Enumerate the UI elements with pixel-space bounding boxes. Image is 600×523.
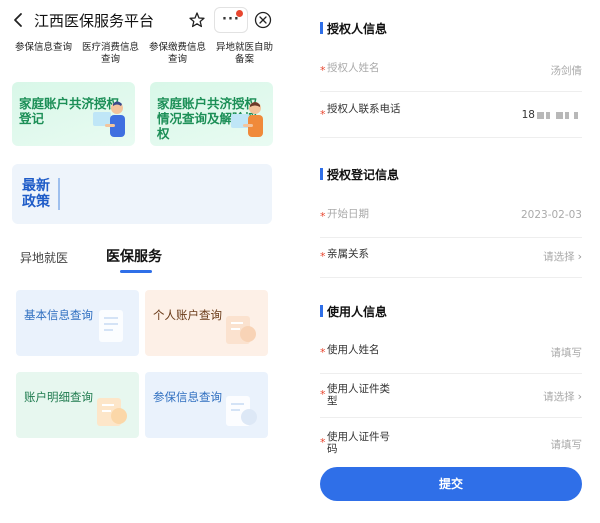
service-home-panel: 江西医保服务平台 ··· 参保信息查询 医疗消费信息 查询 参保缴费信息 查询 … [0, 0, 290, 523]
user-name-label: 使用人姓名 [327, 344, 380, 356]
tile-label: 基本信息查询 [24, 308, 93, 322]
quick-link-payment-query[interactable]: 参保缴费信息 查询 [144, 42, 211, 72]
ledger-watermark-icon [97, 398, 127, 426]
relation-label: 亲属关系 [327, 248, 369, 260]
family-account-auth-card[interactable]: 家庭账户共济授权登记 [12, 82, 135, 146]
tile-label: 账户明细查询 [24, 390, 93, 404]
relation-select[interactable]: 请选择 › [543, 249, 582, 264]
authorizer-name-label: 授权人姓名 [327, 62, 380, 74]
required-mark: * [320, 388, 326, 401]
mask-block [556, 111, 563, 119]
clipboard-watermark-icon [226, 396, 257, 426]
authorizer-name-row: * 授权人姓名 汤剑倩 [320, 50, 582, 92]
user-idno-label: 使用人证件号码 [327, 431, 390, 455]
mask-block [546, 111, 550, 119]
user-name-input[interactable]: 请填写 [551, 345, 583, 360]
close-icon[interactable] [254, 11, 272, 29]
section-title-user: 使用人信息 [320, 303, 387, 320]
mask-block [565, 111, 569, 119]
user-idtype-select[interactable]: 请选择 › [543, 389, 582, 404]
user-name-row[interactable]: * 使用人姓名 请填写 [320, 332, 582, 374]
tile-label: 个人账户查询 [153, 308, 222, 322]
section-title-registration: 授权登记信息 [320, 166, 399, 183]
quick-link-medical-consumption[interactable]: 医疗消费信息 查询 [77, 42, 144, 72]
user-idno-row[interactable]: * 使用人证件号码 请填写 [320, 424, 582, 466]
star-favorite-icon[interactable] [188, 11, 206, 29]
start-date-row: * 开始日期 2023-02-03 [320, 196, 582, 238]
document-watermark-icon [99, 310, 123, 342]
user-idtype-label: 使用人证件类型 [327, 383, 390, 407]
insurance-info-query-tile[interactable]: 参保信息查询 [145, 372, 268, 438]
service-tabs: 异地就医 医保服务 [20, 246, 220, 274]
chevron-right-icon: › [577, 250, 582, 263]
latest-policy-banner[interactable]: 最新政策 [12, 164, 272, 224]
tab-medical-service[interactable]: 医保服务 [106, 246, 162, 266]
notification-dot [236, 10, 243, 17]
authorization-form-panel: 授权人信息 * 授权人姓名 汤剑倩 * 授权人联系电话 18 授权登记信息 * … [300, 0, 600, 523]
start-date-label: 开始日期 [327, 208, 369, 220]
person-illustration-icon [93, 101, 125, 137]
tab-remote-medical[interactable]: 异地就医 [20, 249, 68, 266]
required-mark: * [320, 210, 326, 223]
authorizer-phone-label: 授权人联系电话 [327, 103, 401, 115]
quick-link-insurance-query[interactable]: 参保信息查询 [10, 42, 77, 72]
account-detail-query-tile[interactable]: 账户明细查询 [16, 372, 139, 438]
tile-label: 参保信息查询 [153, 390, 222, 404]
quick-link-remote-filing[interactable]: 异地就医自助 备案 [211, 42, 278, 72]
authorizer-phone-field[interactable]: 18 [522, 109, 578, 121]
more-menu-button[interactable]: ··· [214, 7, 248, 33]
person-illustration-icon [231, 102, 263, 137]
page-title: 江西医保服务平台 [34, 12, 155, 30]
quick-links: 参保信息查询 医疗消费信息 查询 参保缴费信息 查询 异地就医自助 备案 [10, 42, 280, 72]
family-account-query-revoke-card[interactable]: 家庭账户共济授权情况查询及解除授权 [150, 82, 273, 146]
required-mark: * [320, 108, 326, 121]
active-tab-indicator [120, 270, 152, 273]
required-mark: * [320, 346, 326, 359]
required-mark: * [320, 436, 326, 449]
required-mark: * [320, 64, 326, 77]
start-date-value: 2023-02-03 [520, 209, 582, 221]
user-idno-input[interactable]: 请填写 [551, 437, 583, 452]
latest-policy-badge: 最新政策 [22, 178, 60, 210]
mask-block [537, 111, 544, 119]
nav-bar: 江西医保服务平台 ··· [0, 0, 290, 40]
authorizer-phone-row: * 授权人联系电话 18 [320, 96, 582, 138]
mask-block [574, 111, 578, 119]
basic-info-query-tile[interactable]: 基本信息查询 [16, 290, 139, 356]
submit-button[interactable]: 提交 [320, 467, 582, 501]
back-arrow-icon[interactable] [10, 11, 28, 29]
personal-account-query-tile[interactable]: 个人账户查询 [145, 290, 268, 356]
relation-row[interactable]: * 亲属关系 请选择 › [320, 236, 582, 278]
wallet-watermark-icon [226, 316, 256, 344]
authorizer-name-value: 汤剑倩 [550, 65, 583, 77]
chevron-right-icon: › [577, 390, 582, 403]
required-mark: * [320, 250, 326, 263]
section-title-authorizer: 授权人信息 [320, 20, 387, 37]
user-idtype-row[interactable]: * 使用人证件类型 请选择 › [320, 376, 582, 418]
